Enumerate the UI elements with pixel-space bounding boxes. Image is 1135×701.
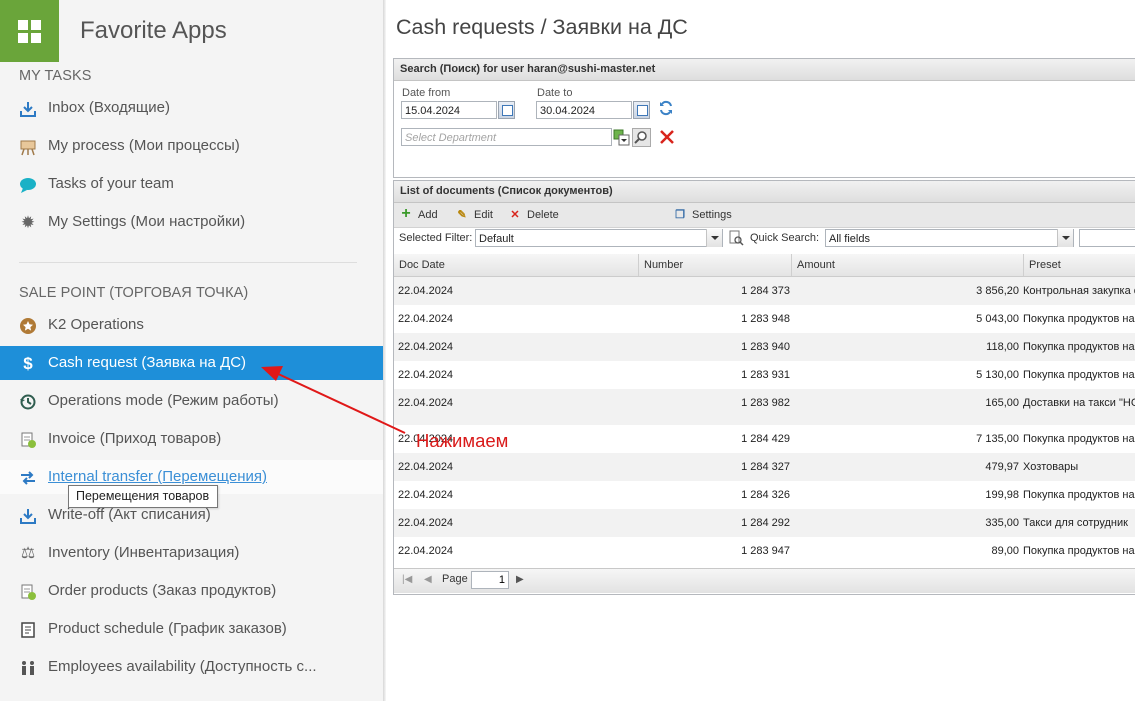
annotation-text: Нажимаем	[416, 430, 509, 451]
annotation-arrow	[261, 366, 406, 434]
